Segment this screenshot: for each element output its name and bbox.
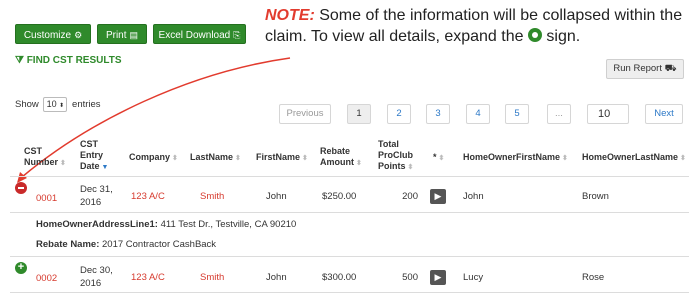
details-divider: [10, 256, 689, 257]
page-number-input[interactable]: 10: [587, 104, 629, 124]
row1-date-line2: 2016: [80, 197, 102, 208]
sort-desc-icon: ▼: [101, 164, 109, 171]
col-first-name[interactable]: FirstName ⬍: [256, 152, 318, 164]
sort-icon: ⬍: [438, 155, 445, 162]
row1-first-name: John: [266, 191, 287, 202]
col-rebate-amount[interactable]: Rebate Amount ⬍: [320, 146, 366, 169]
chevron-right-icon: ▶: [434, 272, 442, 282]
find-cst-results-link[interactable]: ⧩ FIND CST RESULTS: [15, 55, 122, 66]
expand-row-icon[interactable]: [15, 261, 27, 274]
col-star[interactable]: * ⬍: [433, 152, 449, 164]
row2-date-line1: Dec 30,: [80, 265, 113, 276]
rebate-name-value: 2017 Contractor CashBack: [102, 239, 217, 250]
col-cst-number[interactable]: CST Number ⬍: [24, 146, 68, 169]
run-report-button[interactable]: Run Report ⛟: [606, 59, 684, 79]
row1-date-line1: Dec 31,: [80, 184, 113, 195]
row2-points: 500: [402, 272, 418, 283]
chevron-right-icon: ▶: [434, 191, 442, 201]
rebate-name-label: Rebate Name:: [36, 239, 100, 250]
address-value: 411 Test Dr., Testville, CA 90210: [160, 219, 297, 230]
sort-icon: ⬍: [680, 155, 686, 162]
row1-company[interactable]: 123 A/C: [131, 191, 165, 202]
previous-page-button[interactable]: Previous: [279, 104, 331, 124]
row1-homeowner-first: John: [463, 191, 484, 202]
col-homeowner-first-name[interactable]: HomeOwnerFirstName ⬍: [463, 152, 581, 164]
row2-homeowner-first: Lucy: [463, 272, 484, 283]
col-homeowner-last-name[interactable]: HomeOwnerLastName ⬍: [582, 152, 689, 164]
find-cst-results-label: FIND CST RESULTS: [26, 55, 122, 66]
page-button-2[interactable]: 2: [387, 104, 411, 124]
sort-icon: ⬍: [302, 155, 308, 162]
row1-homeowner-last: Brown: [582, 191, 609, 202]
address-label: HomeOwnerAddressLine1:: [36, 219, 158, 230]
row2-homeowner-last: Rose: [582, 272, 605, 283]
sort-icon: ⬍: [356, 160, 362, 167]
run-report-label: Run Report: [613, 63, 662, 74]
row1-action-arrow[interactable]: ▶: [430, 189, 446, 204]
sort-icon: ⬍: [235, 155, 241, 162]
row2-action-arrow[interactable]: ▶: [430, 270, 446, 285]
row2-cst-number[interactable]: 0002: [36, 273, 57, 284]
page-button-4[interactable]: 4: [466, 104, 490, 124]
row2-company[interactable]: 123 A/C: [131, 272, 165, 283]
detail-rebate-name: Rebate Name: 2017 Contractor CashBack: [36, 239, 216, 250]
row1-divider: [10, 212, 689, 213]
car-icon: ⛟: [664, 63, 677, 74]
sort-icon: ⬍: [172, 155, 178, 162]
entries-label: entries: [72, 99, 101, 111]
page-button-1[interactable]: 1: [347, 104, 371, 124]
row1-points: 200: [402, 191, 418, 202]
entries-select[interactable]: 10 ⬍: [43, 97, 68, 112]
row1-rebate: $250.00: [322, 191, 357, 202]
header-divider: [10, 176, 689, 177]
row2-divider: [10, 292, 689, 293]
row2-last-name: Smith: [200, 272, 225, 283]
col-last-name[interactable]: LastName ⬍: [190, 152, 250, 164]
show-label: Show: [15, 99, 39, 111]
sort-icon: ⬍: [60, 160, 66, 167]
detail-address: HomeOwnerAddressLine1: 411 Test Dr., Tes…: [36, 219, 296, 230]
chevron-updown-icon: ⬍: [59, 103, 65, 109]
collapse-row-icon[interactable]: [15, 182, 27, 194]
row2-rebate: $300.00: [322, 272, 357, 283]
page-button-3[interactable]: 3: [426, 104, 450, 124]
filter-icon: ⧩: [15, 55, 24, 66]
row2-date-line2: 2016: [80, 278, 102, 289]
col-total-proclub-points[interactable]: Total ProClub Points ⬍: [378, 139, 420, 173]
row1-last-name: Smith: [200, 191, 225, 202]
row1-cst-number[interactable]: 0001: [36, 193, 57, 204]
col-company[interactable]: Company ⬍: [129, 152, 185, 164]
row2-first-name: John: [266, 272, 287, 283]
entries-length-control: Show 10 ⬍ entries: [15, 97, 101, 112]
next-page-button[interactable]: Next: [645, 104, 683, 124]
page-button-5[interactable]: 5: [505, 104, 529, 124]
page-ellipsis: ...: [547, 104, 571, 124]
col-cst-entry-date[interactable]: CST Entry Date ▼: [80, 139, 120, 173]
sort-icon: ⬍: [562, 155, 568, 162]
sort-icon: ⬍: [407, 164, 414, 171]
